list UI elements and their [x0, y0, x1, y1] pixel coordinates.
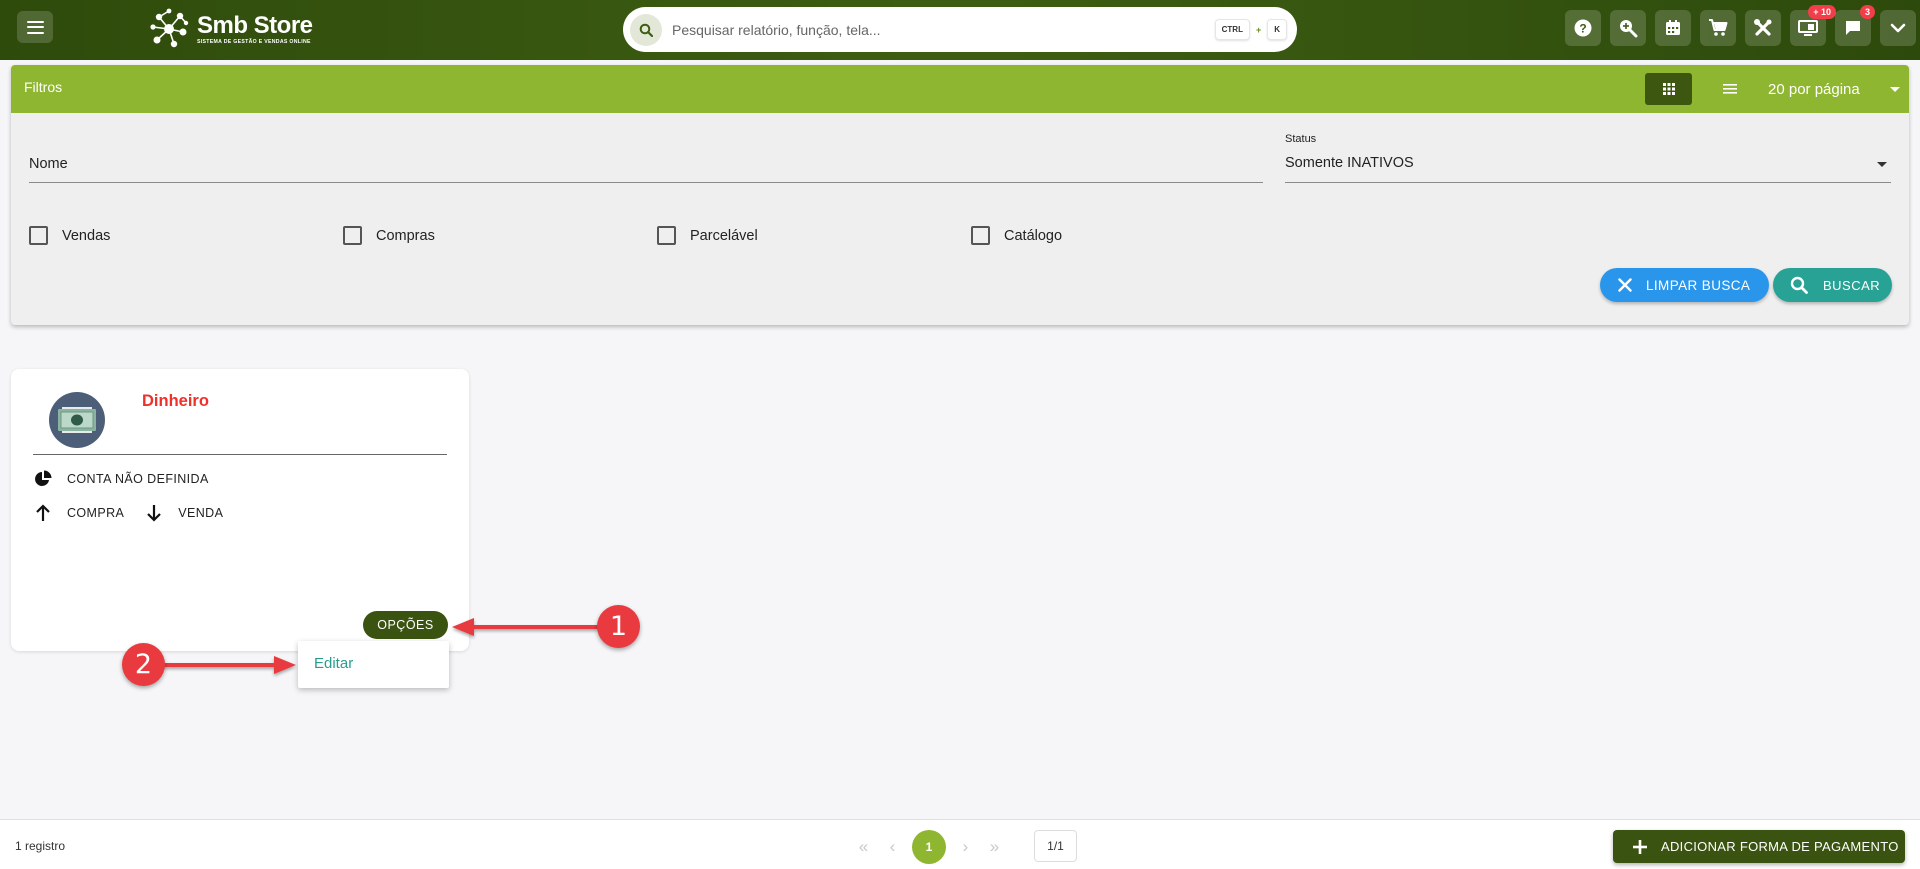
- cart-button[interactable]: [1700, 10, 1736, 46]
- chevron-down-icon: [1890, 23, 1906, 33]
- monitor-badge: + 10: [1808, 5, 1836, 19]
- checkbox-catalogo[interactable]: Catálogo: [971, 226, 1062, 245]
- checkbox-box[interactable]: [343, 226, 362, 245]
- current-page-button[interactable]: 1: [912, 830, 946, 864]
- calendar-button[interactable]: [1655, 10, 1691, 46]
- arrow-down-icon: [144, 503, 164, 523]
- svg-text:?: ?: [1579, 22, 1586, 36]
- status-field-underline: [1285, 182, 1891, 183]
- name-field-underline: [29, 182, 1263, 183]
- logo[interactable]: Smb Store SISTEMA DE GESTÃO E VENDAS ONL…: [147, 7, 313, 51]
- annotation-marker-2: 2: [122, 643, 165, 686]
- options-button[interactable]: OPÇÕES: [363, 611, 448, 639]
- next-page-button[interactable]: ›: [951, 832, 980, 862]
- checkbox-label: Vendas: [62, 227, 111, 244]
- purchase-text: COMPRA: [67, 506, 125, 520]
- per-page-value: 20 por página: [1768, 80, 1860, 98]
- zoom-search-icon: [1620, 20, 1638, 38]
- help-button[interactable]: ?: [1565, 10, 1601, 46]
- logo-title: Smb Store: [197, 11, 313, 39]
- per-page-select[interactable]: 20 por página: [1768, 73, 1900, 105]
- pagination: « ‹ 1 › »: [849, 830, 1009, 864]
- cart-icon: [1709, 19, 1728, 36]
- pie-chart-icon: [33, 469, 53, 489]
- page-count: 1/1: [1034, 830, 1077, 862]
- toolbar-icons: ? + 10 3: [1565, 5, 1920, 46]
- shortcut-key-ctrl: CTRL: [1214, 19, 1250, 40]
- checkbox-box[interactable]: [29, 226, 48, 245]
- menu-item-edit[interactable]: Editar: [314, 655, 353, 672]
- operations-row: COMPRA VENDA: [33, 503, 223, 523]
- top-bar: Smb Store SISTEMA DE GESTÃO E VENDAS ONL…: [0, 0, 1920, 60]
- clear-search-button[interactable]: LIMPAR BUSCA: [1600, 268, 1769, 302]
- filters-header: Filtros 20 por página: [11, 65, 1909, 113]
- plus-icon: [1633, 839, 1647, 854]
- filters-title: Filtros: [24, 79, 63, 95]
- chat-badge: 3: [1859, 5, 1875, 19]
- caret-down-icon: [1889, 86, 1900, 92]
- annotation-marker-1: 1: [597, 605, 640, 648]
- network-logo-icon: [150, 8, 189, 48]
- global-search-bar[interactable]: CTRL + K: [623, 7, 1297, 52]
- grid-icon: [1662, 83, 1675, 95]
- name-field-label[interactable]: Nome: [29, 156, 68, 172]
- help-icon: ?: [1574, 19, 1592, 37]
- shortcut-hint: CTRL + K: [1214, 19, 1287, 40]
- sale-text: VENDA: [178, 506, 224, 520]
- calendar-icon: [1666, 20, 1680, 35]
- chat-icon: [1846, 21, 1860, 35]
- checkbox-box[interactable]: [657, 226, 676, 245]
- search-button-label: BUSCAR: [1823, 277, 1881, 293]
- caret-down-icon[interactable]: [1877, 162, 1887, 167]
- add-payment-method-label: ADICIONAR FORMA DE PAGAMENTO: [1661, 839, 1899, 854]
- card-divider: [33, 454, 447, 455]
- records-count: 1 registro: [15, 839, 66, 853]
- shortcut-key-k: K: [1267, 19, 1287, 40]
- checkbox-box[interactable]: [971, 226, 990, 245]
- menu-icon: [26, 20, 44, 34]
- monitor-icon: [1798, 20, 1818, 36]
- prev-page-button[interactable]: ‹: [878, 832, 907, 862]
- hamburger-menu-button[interactable]: [17, 11, 53, 43]
- zoom-search-button[interactable]: [1610, 10, 1646, 46]
- search-icon[interactable]: [630, 13, 662, 46]
- status-select-value[interactable]: Somente INATIVOS: [1285, 155, 1414, 171]
- user-dropdown-button[interactable]: [1880, 10, 1916, 46]
- monitor-button[interactable]: + 10: [1790, 5, 1836, 46]
- footer-bar: 1 registro « ‹ 1 › » 1/1 ADICIONAR FORMA…: [0, 819, 1920, 869]
- last-page-button[interactable]: »: [980, 832, 1009, 862]
- account-text: CONTA NÃO DEFINIDA: [67, 472, 209, 486]
- tools-button[interactable]: [1745, 10, 1781, 46]
- checkbox-parcelavel[interactable]: Parcelável: [657, 226, 758, 245]
- checkbox-vendas[interactable]: Vendas: [29, 226, 110, 245]
- tools-icon: [1754, 19, 1772, 36]
- search-icon: [1790, 276, 1808, 294]
- status-label: Status: [1285, 133, 1317, 145]
- close-icon: [1618, 278, 1632, 292]
- payment-avatar: [49, 392, 105, 448]
- logo-subtitle: SISTEMA DE GESTÃO E VENDAS ONLINE: [197, 38, 311, 45]
- clear-search-label: LIMPAR BUSCA: [1646, 277, 1751, 293]
- checkbox-label: Parcelável: [690, 227, 758, 244]
- list-view-button[interactable]: [1710, 73, 1750, 105]
- checkbox-compras[interactable]: Compras: [343, 226, 435, 245]
- money-icon: [58, 407, 96, 433]
- global-search-input[interactable]: [672, 21, 1215, 38]
- checkbox-label: Catálogo: [1004, 227, 1063, 244]
- account-row: CONTA NÃO DEFINIDA: [33, 469, 209, 489]
- payment-method-title[interactable]: Dinheiro: [142, 392, 209, 411]
- options-dropdown-menu: Editar: [298, 641, 449, 688]
- grid-view-button[interactable]: [1645, 73, 1692, 105]
- chat-button[interactable]: 3: [1835, 5, 1875, 46]
- arrow-up-icon: [33, 503, 53, 523]
- payment-method-card: Dinheiro CONTA NÃO DEFINIDA COMPRA VENDA…: [11, 369, 469, 651]
- search-button[interactable]: BUSCAR: [1773, 268, 1892, 302]
- add-payment-method-button[interactable]: ADICIONAR FORMA DE PAGAMENTO: [1613, 830, 1905, 863]
- checkbox-label: Compras: [376, 227, 435, 244]
- first-page-button[interactable]: «: [849, 832, 878, 862]
- shortcut-plus: +: [1255, 24, 1262, 35]
- list-icon: [1723, 84, 1737, 94]
